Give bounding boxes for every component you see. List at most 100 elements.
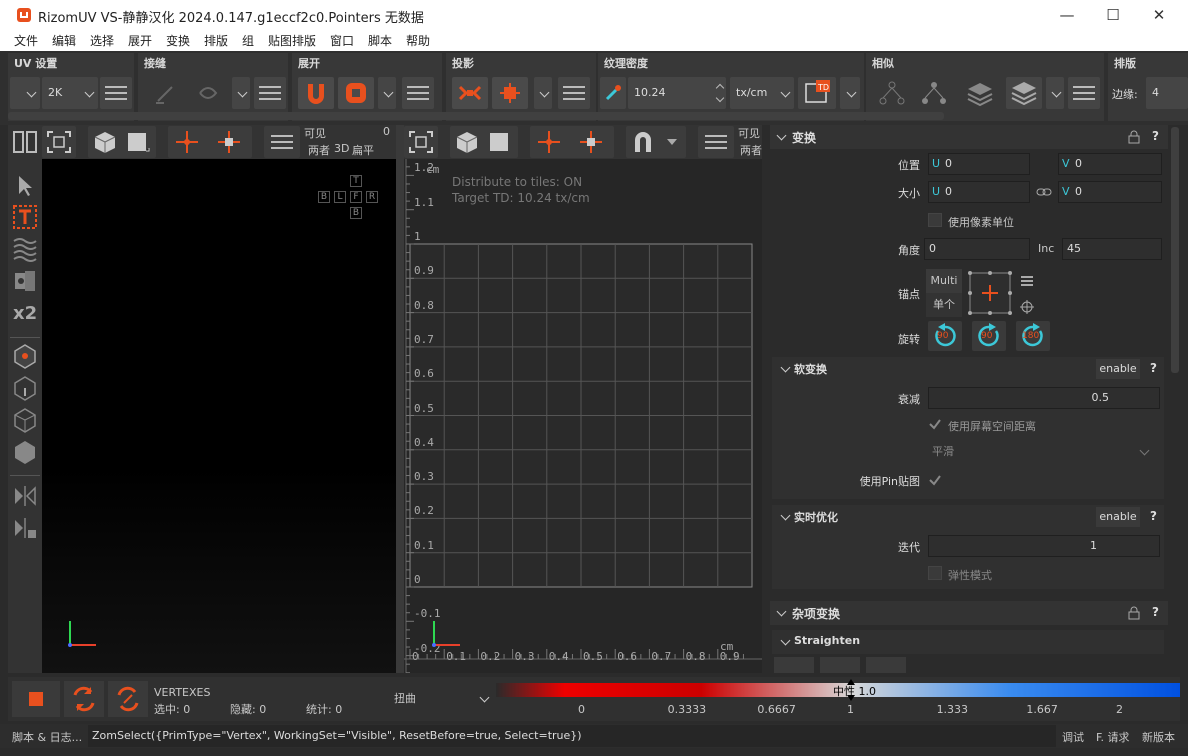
nav-left[interactable]: L [334, 191, 346, 203]
unfold-sliders-button[interactable] [402, 77, 434, 109]
nav-top[interactable]: T [350, 175, 362, 187]
wave-tool-icon[interactable] [11, 235, 39, 263]
help-live-icon[interactable]: ? [1150, 509, 1157, 523]
position-u-field[interactable]: U0 [928, 153, 1030, 175]
menu-select[interactable]: 选择 [90, 32, 114, 49]
uv-settings-sliders-button[interactable] [100, 77, 132, 109]
edge-mode-icon[interactable] [11, 374, 39, 402]
projection-dropdown[interactable] [534, 77, 552, 109]
projection-sliders-button[interactable] [558, 77, 590, 109]
pixel-units-checkbox[interactable] [928, 213, 942, 227]
maximize-button[interactable]: ☐ [1090, 0, 1136, 30]
menu-transform[interactable]: 变换 [166, 32, 190, 49]
inc-field[interactable]: 45 [1062, 238, 1162, 260]
similar-dropdown[interactable] [1046, 77, 1064, 109]
anchor-grid-icon[interactable] [966, 269, 1014, 317]
minimize-button[interactable]: — [1044, 0, 1090, 30]
mode-flat-3d[interactable]: 扁平 [352, 142, 374, 158]
angle-field[interactable]: 0 [924, 238, 1030, 260]
td-picker-button[interactable] [600, 77, 626, 109]
live-optimize-header[interactable]: 实时优化 enable ? [772, 505, 1164, 529]
link-icon[interactable] [1036, 187, 1052, 197]
display-3d-buttons[interactable] [88, 126, 156, 158]
mode-both-uv[interactable]: 两者 [740, 142, 762, 158]
td-unit-select[interactable]: tx/cm [730, 77, 794, 109]
uv-viewport[interactable]: cm Distribute to tiles: ON Target TD: 10… [404, 159, 762, 673]
transform-tool-icon[interactable] [11, 203, 39, 231]
straighten-tool-3[interactable] [866, 657, 906, 673]
soft-transform-header[interactable]: 软变换 enable ? [772, 357, 1164, 381]
iterations-field[interactable]: 1 [928, 535, 1160, 557]
unfold-dropdown[interactable] [378, 77, 396, 109]
feature-request-button[interactable]: F. 请求 [1096, 729, 1130, 745]
mode-3d-3d[interactable]: 3D [334, 142, 349, 155]
debug-button[interactable]: 调试 [1062, 729, 1084, 745]
panel-scrollbar[interactable] [1170, 125, 1180, 673]
distortion-select[interactable]: 扭曲 [390, 687, 494, 711]
transform-header[interactable]: 变换 ? [770, 125, 1168, 149]
weld-icon[interactable] [194, 79, 222, 107]
nav-back[interactable]: B [318, 191, 330, 203]
uv-settings-dropdown[interactable] [10, 77, 40, 109]
neutral-marker-icon[interactable] [846, 679, 856, 701]
screen-space-check-icon[interactable] [928, 417, 942, 431]
menu-edit[interactable]: 编辑 [52, 32, 76, 49]
display-uv-buttons[interactable] [450, 126, 518, 158]
menu-texture-layout[interactable]: 贴图排版 [268, 32, 316, 49]
straighten-tool-1[interactable] [774, 657, 814, 673]
lock-icon[interactable] [1128, 130, 1140, 144]
cut-icon[interactable] [152, 79, 180, 107]
mirror-icon[interactable] [11, 482, 39, 510]
menu-window[interactable]: 窗口 [330, 32, 354, 49]
size-u-field[interactable]: U0 [928, 181, 1030, 203]
help-transform-icon[interactable]: ? [1152, 129, 1159, 143]
mirror-list-icon[interactable] [11, 514, 39, 542]
box-projection-button[interactable] [452, 77, 488, 109]
planar-projection-button[interactable] [492, 77, 528, 109]
refresh-button[interactable] [64, 681, 104, 717]
menu-file[interactable]: 文件 [14, 32, 38, 49]
hierarchy-filled-icon[interactable] [920, 81, 948, 107]
crosshair-icon[interactable] [1020, 300, 1034, 314]
rotate-cw-90-button[interactable]: 90 [972, 321, 1006, 351]
magnet-button[interactable] [626, 126, 686, 158]
list-icon[interactable] [1020, 275, 1034, 287]
misc-transform-header[interactable]: 杂项变换 ? [770, 601, 1168, 625]
anchor-multi-button[interactable]: Multi [926, 269, 962, 293]
toolbar-scrollbar[interactable] [8, 112, 944, 120]
stack-icon[interactable] [966, 81, 994, 107]
close-button[interactable]: ✕ [1136, 0, 1182, 30]
viewport-3d[interactable]: T B L F R B [42, 159, 396, 673]
help-misc-icon[interactable]: ? [1152, 605, 1159, 619]
panel-scroll-thumb[interactable] [1171, 127, 1179, 373]
elastic-checkbox[interactable] [928, 566, 942, 580]
margin-field[interactable]: 4 [1146, 77, 1188, 109]
stack-similar-button[interactable] [1006, 77, 1042, 109]
console-input[interactable]: ZomSelect({PrimType="Vertex", WorkingSet… [88, 725, 1056, 747]
frame-3d-button[interactable] [42, 126, 76, 158]
position-v-field[interactable]: V0 [1058, 153, 1162, 175]
live-enable-button[interactable]: enable [1096, 507, 1140, 527]
gizmo-3d-buttons[interactable] [168, 126, 252, 158]
mode-both-3d[interactable]: 两者 [308, 142, 330, 158]
menu-unfold[interactable]: 展开 [128, 32, 152, 49]
viewport-splitter[interactable] [396, 125, 404, 673]
seams-dropdown[interactable] [232, 77, 250, 109]
similar-sliders-button[interactable] [1068, 77, 1100, 109]
resolution-select[interactable]: 2K [42, 77, 98, 109]
hierarchy-icon[interactable] [878, 81, 906, 107]
vertex-mode-icon[interactable] [11, 342, 39, 370]
split-view-icon[interactable] [11, 128, 39, 156]
straighten-header[interactable]: Straighten [772, 630, 1164, 654]
falloff-field[interactable]: 0.5 [928, 387, 1160, 409]
nav-front[interactable]: F [350, 191, 362, 203]
x2-tool-icon[interactable]: x2 [13, 303, 37, 324]
auto-refresh-button[interactable] [108, 681, 148, 717]
uv-sliders-button[interactable] [698, 126, 734, 158]
use-pin-check-icon[interactable] [928, 473, 942, 487]
stop-button[interactable] [12, 681, 60, 717]
menu-layout[interactable]: 排版 [204, 32, 228, 49]
island-mode-icon[interactable] [11, 438, 39, 466]
panel-splitter[interactable] [762, 125, 770, 673]
menu-script[interactable]: 脚本 [368, 32, 392, 49]
